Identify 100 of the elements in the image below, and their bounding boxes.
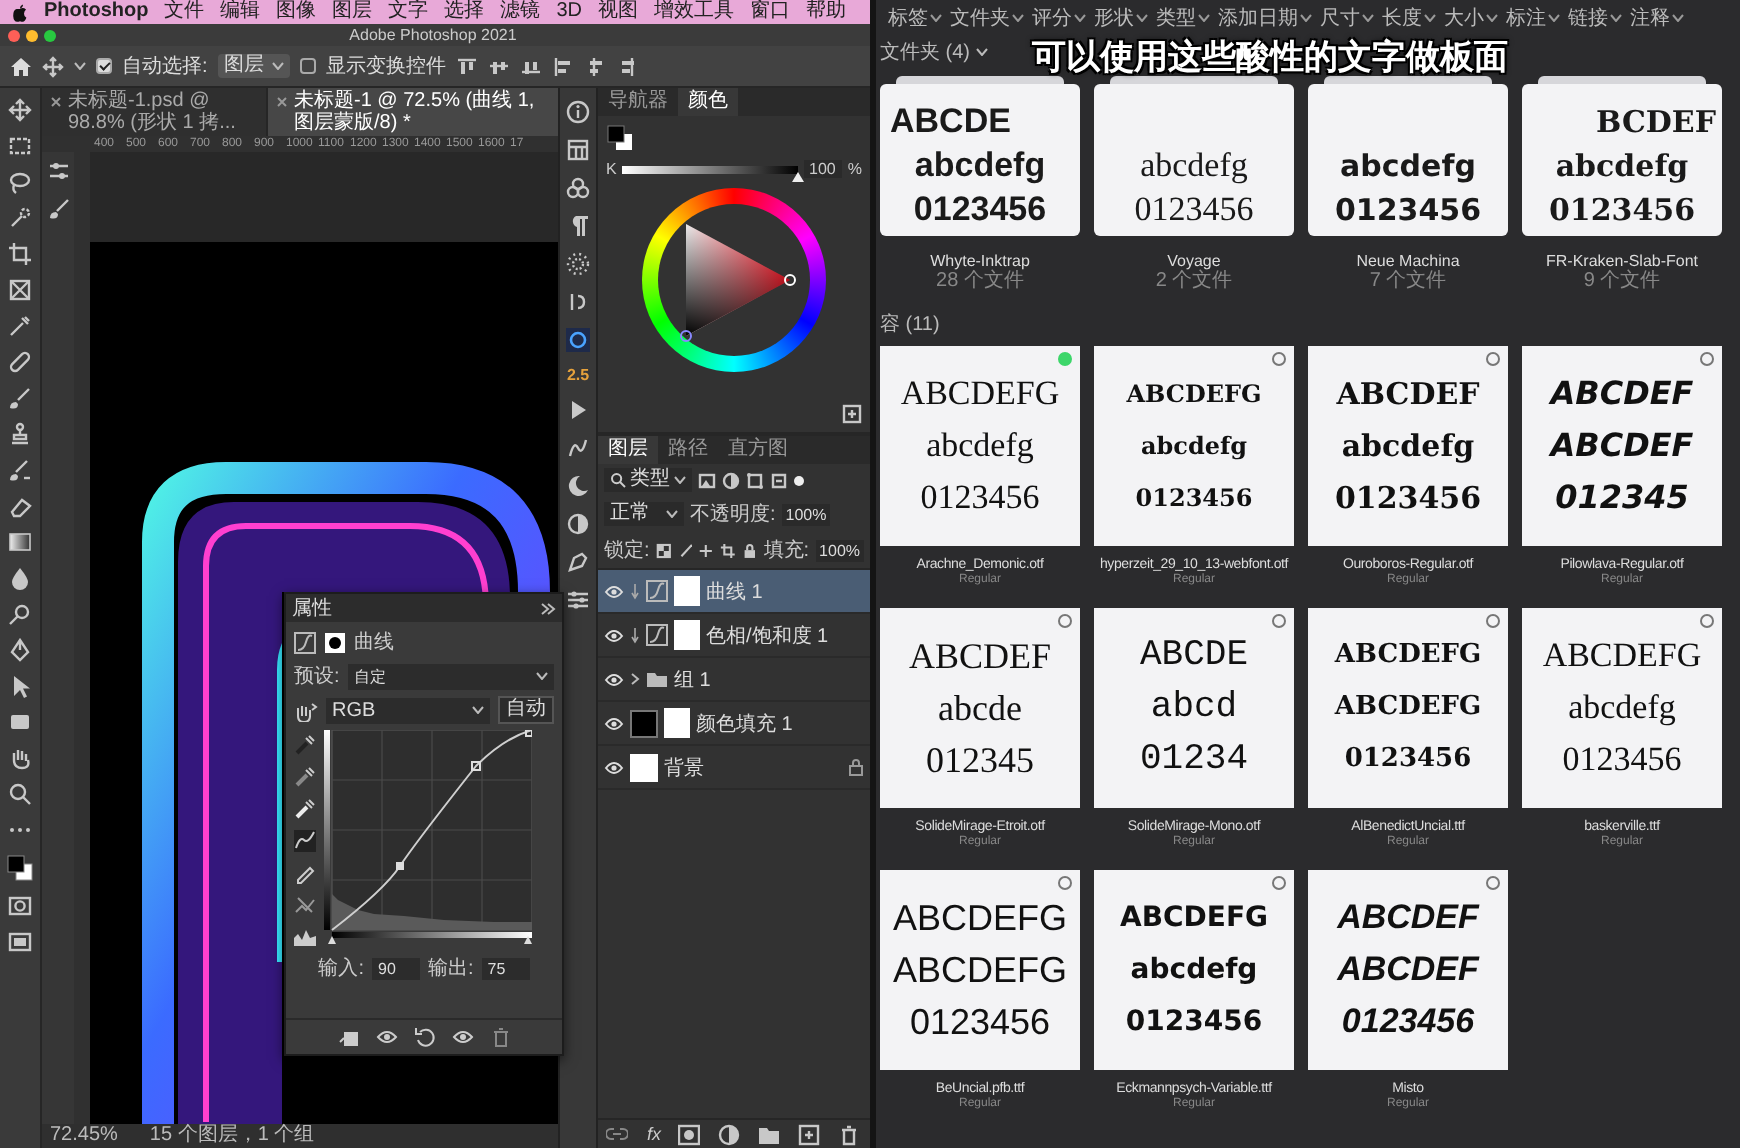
target-dropdown[interactable]: 图层 bbox=[217, 54, 290, 78]
align-top-icon[interactable] bbox=[455, 55, 478, 77]
move-icon[interactable] bbox=[8, 98, 32, 122]
frame-icon[interactable] bbox=[8, 278, 32, 302]
gradient-icon[interactable] bbox=[8, 530, 32, 554]
preset-dropdown[interactable]: 自定 bbox=[347, 663, 554, 689]
brush-icon[interactable] bbox=[47, 198, 69, 220]
font-thumbnail[interactable]: ABCDEFG ABCDEFG 0123456 bbox=[880, 870, 1080, 1070]
stamp-icon[interactable] bbox=[8, 422, 32, 446]
eye-icon[interactable] bbox=[604, 715, 624, 731]
filter-dropdown[interactable]: 长度 bbox=[1382, 4, 1436, 32]
link-icon[interactable] bbox=[606, 1126, 629, 1142]
clip-icon[interactable] bbox=[337, 1026, 359, 1048]
font-thumbnail[interactable]: ABCDEFG ABCDEFG 0123456 bbox=[1308, 608, 1508, 808]
layer-row[interactable]: 背景 bbox=[598, 746, 870, 790]
info-icon[interactable] bbox=[566, 100, 590, 124]
moon-icon[interactable] bbox=[566, 474, 590, 498]
filter-dropdown[interactable]: 类型 bbox=[604, 468, 692, 492]
curve-point-icon[interactable] bbox=[294, 830, 316, 852]
eyedropper-icon[interactable] bbox=[294, 734, 316, 756]
half-circle-icon[interactable] bbox=[566, 512, 590, 536]
color-swatches[interactable] bbox=[606, 124, 634, 152]
checker-icon[interactable] bbox=[655, 541, 672, 559]
lasso-icon[interactable] bbox=[8, 170, 32, 194]
move-icon[interactable] bbox=[698, 541, 715, 559]
marquee-icon[interactable] bbox=[8, 134, 32, 158]
eyedropper-icon[interactable] bbox=[294, 798, 316, 820]
history-brush-icon[interactable] bbox=[8, 458, 32, 482]
menu-item[interactable]: Photoshop bbox=[44, 0, 149, 24]
opacity-field[interactable]: 100% bbox=[781, 503, 831, 525]
font-thumbnail[interactable]: ABCDEF ABCDEF 012345 bbox=[1522, 346, 1722, 546]
filter-dropdown[interactable]: 评分 bbox=[1032, 4, 1086, 32]
panel-tab[interactable]: 路径 bbox=[658, 436, 718, 464]
auto-button[interactable]: 自动 bbox=[498, 696, 554, 724]
font-thumbnail[interactable]: ABCDEFG abcdefg 0123456 bbox=[1094, 870, 1294, 1070]
eye-icon[interactable] bbox=[604, 759, 624, 775]
image-filter-icon[interactable] bbox=[698, 471, 716, 489]
home-icon[interactable] bbox=[10, 55, 32, 77]
rectangle-icon[interactable] bbox=[8, 710, 32, 734]
screen-mode-icon[interactable] bbox=[8, 930, 32, 954]
hand-icon[interactable] bbox=[8, 746, 32, 770]
menu-item[interactable]: 增效工具 bbox=[654, 0, 735, 24]
filter-dropdown[interactable]: 类型 bbox=[1156, 4, 1210, 32]
curves-graph[interactable] bbox=[324, 730, 532, 946]
half-circle-icon[interactable] bbox=[718, 1123, 741, 1145]
mask-icon[interactable] bbox=[678, 1123, 701, 1145]
menu-item[interactable]: 图像 bbox=[276, 0, 317, 24]
sliders-icon[interactable] bbox=[47, 160, 69, 182]
new-layer-icon[interactable] bbox=[798, 1123, 821, 1145]
select-circle[interactable] bbox=[1272, 876, 1286, 890]
layer-row[interactable]: 组 1 bbox=[598, 658, 870, 702]
filter-dropdown[interactable]: 文件夹 bbox=[950, 4, 1024, 32]
panel-tab[interactable]: 导航器 bbox=[598, 88, 678, 116]
filter-dropdown[interactable]: 标签 bbox=[888, 4, 942, 32]
folder-icon[interactable] bbox=[758, 1123, 781, 1145]
color-swatches[interactable] bbox=[6, 854, 34, 882]
select-circle[interactable] bbox=[1486, 614, 1500, 628]
channel-dropdown[interactable]: RGB bbox=[326, 697, 490, 723]
document-tab[interactable]: 未标题-1.psd @ 98.8% (形状 1 拷... bbox=[42, 88, 266, 136]
crop-icon[interactable] bbox=[8, 242, 32, 266]
font-thumbnail[interactable]: ABCDEF abcdefg 0123456 bbox=[1308, 346, 1508, 546]
font-thumbnail[interactable]: ABCDEFG abcdefg 0123456 bbox=[1094, 346, 1294, 546]
menu-item[interactable]: 帮助 bbox=[806, 0, 847, 24]
table-icon[interactable] bbox=[566, 138, 590, 162]
filter-toggle[interactable] bbox=[794, 475, 804, 485]
collapse-icon[interactable] bbox=[538, 599, 556, 617]
close-button[interactable] bbox=[8, 29, 20, 41]
brush-icon[interactable] bbox=[8, 386, 32, 410]
mask-icon[interactable] bbox=[8, 894, 32, 918]
select-circle[interactable] bbox=[1272, 614, 1286, 628]
font-thumbnail[interactable]: ABCDEF abcde 012345 bbox=[880, 608, 1080, 808]
reset-icon[interactable] bbox=[413, 1026, 435, 1048]
menu-item[interactable]: 滤镜 bbox=[500, 0, 541, 24]
layer-row[interactable]: 颜色填充 1 bbox=[598, 702, 870, 746]
bandage-icon[interactable] bbox=[8, 350, 32, 374]
slider-value[interactable]: 100 bbox=[803, 160, 842, 178]
select-circle[interactable] bbox=[1486, 876, 1500, 890]
panel-tab[interactable]: 图层 bbox=[598, 436, 658, 464]
menu-item[interactable]: 视图 bbox=[598, 0, 639, 24]
pen-nib-icon[interactable] bbox=[8, 638, 32, 662]
panel-tab[interactable]: 颜色 bbox=[678, 88, 738, 116]
font-thumbnail[interactable]: ABCDE abcd 01234 bbox=[1094, 608, 1294, 808]
close-icon[interactable] bbox=[276, 96, 288, 108]
filter-dropdown[interactable]: 标注 bbox=[1506, 4, 1560, 32]
smart-filter-icon[interactable] bbox=[770, 471, 788, 489]
panel-tab[interactable]: 直方图 bbox=[718, 436, 798, 464]
zoom-button[interactable] bbox=[44, 29, 56, 41]
filter-dropdown[interactable]: 注释 bbox=[1630, 4, 1684, 32]
document-tab[interactable]: 未标题-1 @ 72.5% (曲线 1, 图层蒙版/8) * bbox=[268, 88, 558, 136]
smooth-icon[interactable] bbox=[294, 894, 316, 916]
select-circle[interactable] bbox=[1700, 614, 1714, 628]
eye-icon[interactable] bbox=[604, 627, 624, 643]
layer-row[interactable]: 曲线 1 bbox=[598, 570, 870, 614]
eyedropper-icon[interactable] bbox=[8, 314, 32, 338]
zoom-icon[interactable] bbox=[8, 782, 32, 806]
filter-dropdown[interactable]: 尺寸 bbox=[1320, 4, 1374, 32]
font-thumbnail[interactable]: ABCDEFG abcdefg 0123456 bbox=[1522, 608, 1722, 808]
eye-icon[interactable] bbox=[604, 671, 624, 687]
blend-mode-dropdown[interactable]: 正常 bbox=[604, 502, 684, 526]
trash-icon[interactable] bbox=[489, 1026, 511, 1048]
